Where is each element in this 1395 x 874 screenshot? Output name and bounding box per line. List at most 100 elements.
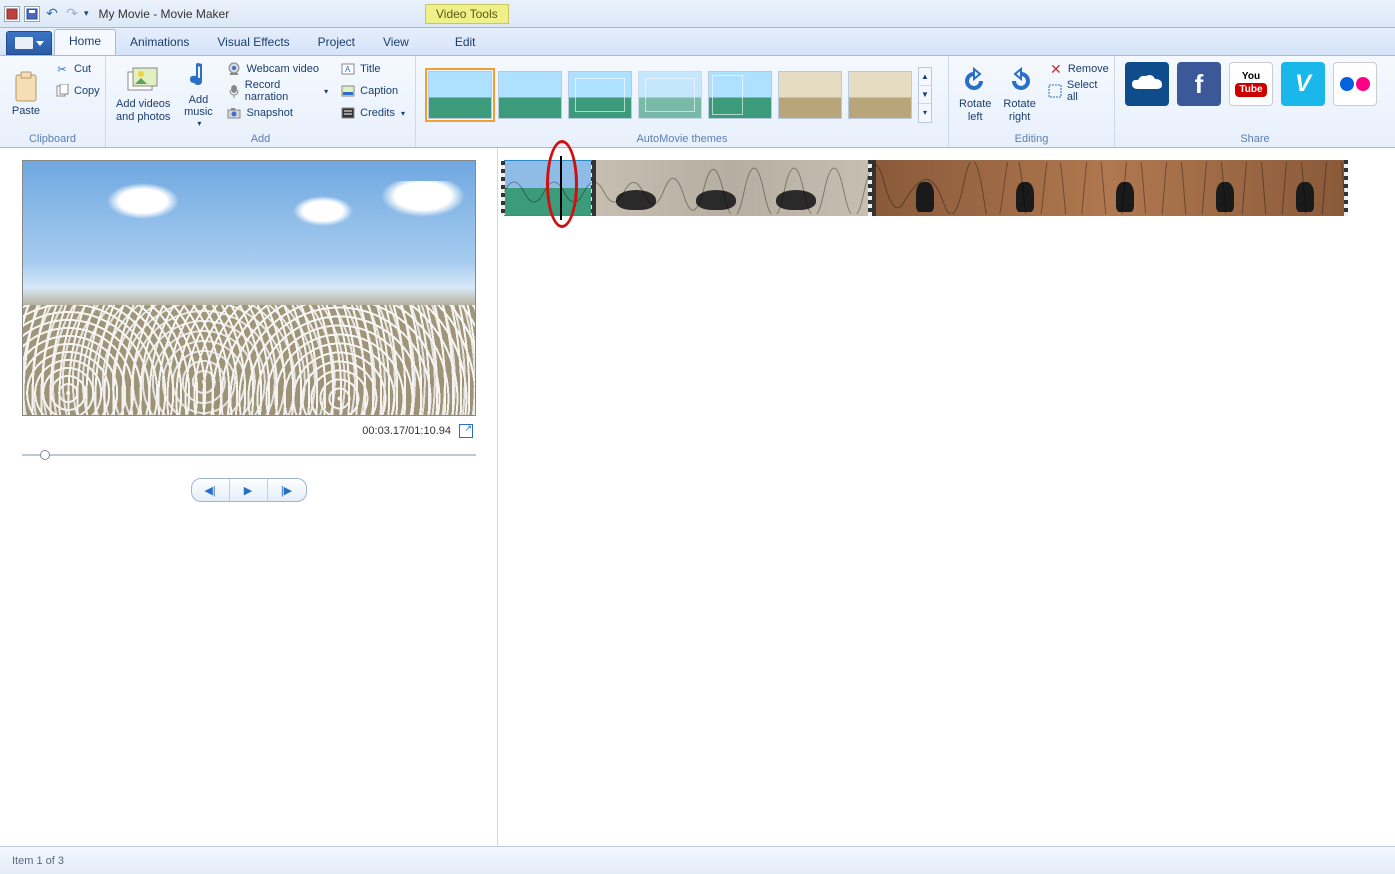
cut-button[interactable]: ✂ Cut: [50, 58, 104, 80]
window-title: My Movie - Movie Maker: [99, 7, 230, 21]
tab-animations[interactable]: Animations: [116, 31, 203, 55]
preview-foreground: [23, 305, 475, 415]
credits-button[interactable]: Credits ▾: [336, 102, 409, 124]
remove-button[interactable]: ✕ Remove: [1044, 58, 1113, 80]
add-videos-button[interactable]: Add videos and photos: [112, 58, 174, 130]
tab-home[interactable]: Home: [54, 29, 116, 55]
theme-thumb-5[interactable]: [708, 71, 772, 119]
tab-view[interactable]: View: [369, 31, 423, 55]
title-button[interactable]: A Title: [336, 58, 409, 80]
group-automovie-themes: ▲ ▼ ▾ AutoMovie themes: [416, 56, 949, 147]
theme-thumb-2[interactable]: [498, 71, 562, 119]
webcam-icon: [226, 61, 242, 77]
rotate-right-label: Rotate right: [1003, 98, 1035, 123]
app-icon: [4, 6, 20, 22]
svg-text:A: A: [345, 65, 351, 74]
remove-icon: ✕: [1048, 61, 1064, 77]
rotate-left-icon: [959, 64, 991, 96]
mic-icon: [226, 83, 240, 99]
timeline-pane[interactable]: [498, 148, 1395, 846]
select-all-icon: [1048, 83, 1063, 99]
qat-customize-icon[interactable]: ▾: [84, 8, 89, 19]
group-share: f You Tube V Share: [1115, 56, 1395, 147]
paste-button[interactable]: Paste: [6, 58, 46, 130]
timeline-strip[interactable]: [504, 160, 1389, 216]
share-youtube-button[interactable]: You Tube: [1229, 62, 1273, 106]
paste-label: Paste: [12, 105, 40, 118]
clipboard-icon: [10, 71, 42, 103]
prev-frame-button[interactable]: ◀|: [192, 479, 230, 501]
snapshot-label: Snapshot: [246, 107, 292, 119]
select-all-label: Select all: [1067, 79, 1109, 103]
tab-visual-effects[interactable]: Visual Effects: [203, 31, 303, 55]
copy-button[interactable]: Copy: [50, 80, 104, 102]
timeline-clip-2[interactable]: [592, 160, 872, 216]
preview-sky: [23, 181, 475, 261]
status-bar: Item 1 of 3: [0, 846, 1395, 874]
playhead[interactable]: [560, 156, 562, 220]
group-editing: Rotate left Rotate right ✕ Remove Select…: [949, 56, 1115, 147]
photos-icon: [127, 64, 159, 96]
play-button[interactable]: ▶: [230, 479, 268, 501]
group-clipboard: Paste ✂ Cut Copy Clipboard: [0, 56, 106, 147]
gallery-down-button[interactable]: ▼: [919, 86, 931, 104]
file-tab-icon: [15, 37, 33, 49]
tab-edit[interactable]: Edit: [441, 31, 490, 55]
save-icon[interactable]: [24, 6, 40, 22]
playback-time: 00:03.17/01:10.94: [362, 425, 451, 437]
share-facebook-button[interactable]: f: [1177, 62, 1221, 106]
group-themes-label: AutoMovie themes: [422, 131, 942, 147]
chevron-down-icon: ▾: [324, 87, 328, 96]
gallery-more-button[interactable]: ▾: [919, 104, 931, 121]
theme-thumb-1[interactable]: [428, 71, 492, 119]
gallery-up-button[interactable]: ▲: [919, 68, 931, 86]
title-icon: A: [340, 61, 356, 77]
add-music-button[interactable]: Add music ▾: [178, 58, 218, 130]
ribbon-tabs: Home Animations Visual Effects Project V…: [0, 28, 1395, 56]
rotate-left-label: Rotate left: [959, 98, 991, 123]
context-tab-header: Video Tools: [425, 4, 509, 24]
youtube-text-box: Tube: [1235, 83, 1266, 97]
quick-access-toolbar: ↶ ↷ ▾: [4, 6, 89, 22]
timeline-clip-3[interactable]: [872, 160, 1348, 216]
content-area: 00:03.17/01:10.94 ◀| ▶ |▶: [0, 148, 1395, 846]
file-tab[interactable]: [6, 31, 52, 55]
theme-thumb-6[interactable]: [778, 71, 842, 119]
share-flickr-button[interactable]: [1333, 62, 1377, 106]
tab-project[interactable]: Project: [304, 31, 369, 55]
caption-button[interactable]: Caption: [336, 80, 409, 102]
caption-label: Caption: [360, 85, 398, 97]
seek-thumb[interactable]: [40, 450, 50, 460]
theme-thumb-7[interactable]: [848, 71, 912, 119]
facebook-icon: f: [1195, 69, 1204, 100]
flickr-dot-pink: [1356, 77, 1370, 91]
timeline-clip-1[interactable]: [504, 160, 592, 216]
seek-bar[interactable]: [22, 450, 476, 460]
select-all-button[interactable]: Select all: [1044, 80, 1113, 102]
theme-thumb-4[interactable]: [638, 71, 702, 119]
fullscreen-icon[interactable]: [459, 424, 473, 438]
camera-icon: [226, 105, 242, 121]
record-narration-button[interactable]: Record narration ▾: [222, 80, 332, 102]
music-icon: [182, 60, 214, 92]
status-item-count: Item 1 of 3: [12, 855, 64, 867]
share-onedrive-button[interactable]: [1125, 62, 1169, 106]
undo-icon[interactable]: ↶: [44, 6, 60, 22]
next-frame-button[interactable]: |▶: [268, 479, 306, 501]
snapshot-button[interactable]: Snapshot: [222, 102, 332, 124]
share-vimeo-button[interactable]: V: [1281, 62, 1325, 106]
vimeo-icon: V: [1295, 70, 1311, 98]
group-add-label: Add: [112, 131, 409, 147]
seek-track: [22, 454, 476, 456]
group-add: Add videos and photos Add music ▾ Webcam…: [106, 56, 416, 147]
preview-pane: 00:03.17/01:10.94 ◀| ▶ |▶: [0, 148, 498, 846]
rotate-right-button[interactable]: Rotate right: [999, 58, 1039, 130]
rotate-left-button[interactable]: Rotate left: [955, 58, 995, 130]
copy-label: Copy: [74, 85, 100, 97]
webcam-button[interactable]: Webcam video: [222, 58, 332, 80]
themes-gallery-scroll: ▲ ▼ ▾: [918, 67, 932, 123]
redo-icon[interactable]: ↷: [64, 6, 80, 22]
theme-thumb-3[interactable]: [568, 71, 632, 119]
group-editing-label: Editing: [955, 131, 1108, 147]
video-preview[interactable]: [22, 160, 476, 416]
